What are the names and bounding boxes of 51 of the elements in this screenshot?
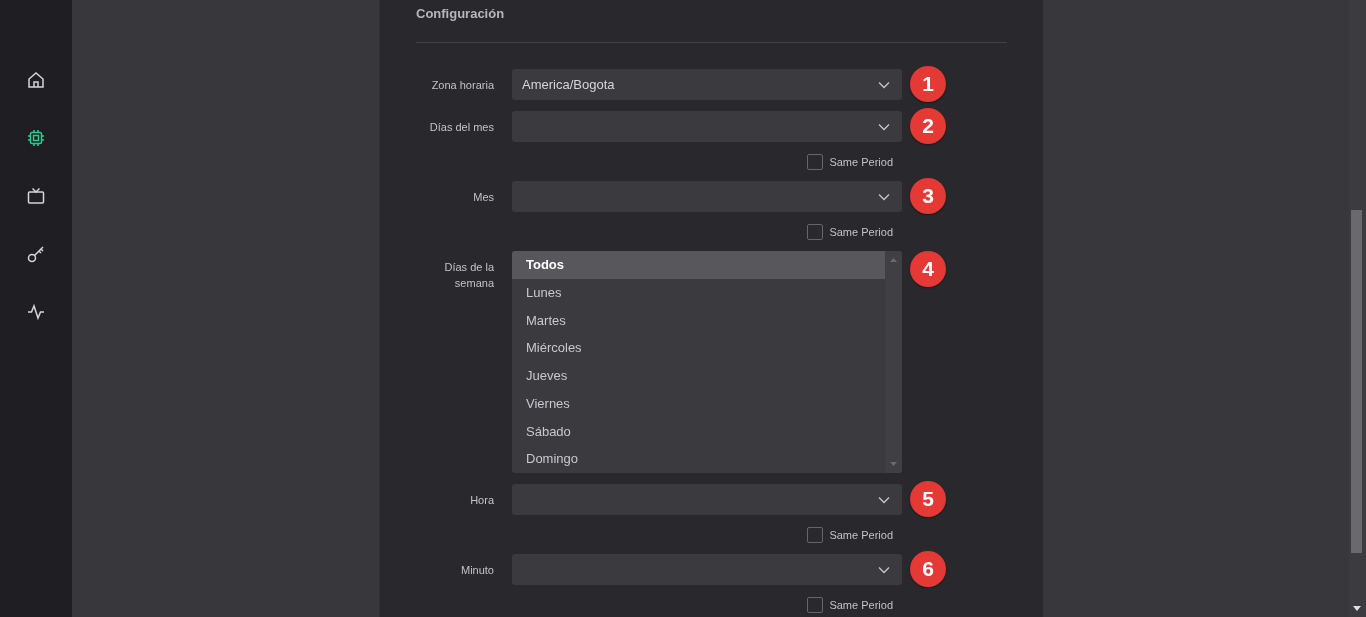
- number-badge: 4: [910, 251, 946, 287]
- number-badge: 2: [910, 108, 946, 144]
- field-label: Mes: [472, 189, 494, 205]
- page-scrollbar[interactable]: [1349, 0, 1366, 617]
- checkbox-label: Same Period: [829, 528, 893, 541]
- field-label: Zona horaria: [430, 77, 494, 93]
- chevron-down-icon: [878, 565, 890, 574]
- list-option[interactable]: Martes: [512, 306, 885, 335]
- checkbox-label: Same Period: [829, 225, 893, 238]
- list-option[interactable]: Miércoles: [512, 334, 885, 362]
- chevron-down-icon: [878, 192, 890, 201]
- dropdown-field[interactable]: [512, 554, 902, 585]
- scroll-down-icon: [890, 462, 897, 466]
- home-icon: [27, 71, 45, 89]
- field-label: Días del mes: [428, 119, 494, 135]
- field-label: Días de la semana: [443, 260, 494, 291]
- number-badge: 6: [910, 551, 946, 587]
- list-option[interactable]: Lunes: [512, 278, 885, 307]
- number-badge: 5: [910, 481, 946, 517]
- checkbox[interactable]: [807, 223, 824, 240]
- dropdown-field[interactable]: [512, 484, 902, 515]
- number-badge: 3: [910, 178, 946, 214]
- field-label: Hora: [469, 492, 494, 508]
- key-icon: [27, 245, 45, 263]
- checkbox[interactable]: [807, 153, 824, 170]
- list-option[interactable]: Sábado: [512, 417, 885, 446]
- scrollbar-thumb[interactable]: [1351, 210, 1362, 553]
- checkbox[interactable]: [807, 596, 824, 613]
- checkbox-label: Same Period: [829, 598, 893, 611]
- list-box[interactable]: Todos Lunes Martes Miércoles Jueves Viernes Sábado Domingo: [512, 251, 902, 473]
- list-option[interactable]: Domingo: [512, 445, 885, 473]
- dropdown-field[interactable]: [512, 111, 902, 142]
- field-label: Minuto: [459, 562, 494, 578]
- checkbox-label: Same Period: [829, 155, 893, 168]
- chevron-down-icon: [878, 495, 890, 504]
- dropdown-field[interactable]: [512, 181, 902, 212]
- section-title: Configuración: [416, 6, 506, 22]
- chevron-down-icon: [878, 80, 890, 89]
- list-option[interactable]: Viernes: [512, 389, 885, 418]
- chevron-down-icon: [878, 122, 890, 131]
- number-badge: 1: [910, 66, 946, 102]
- dropdown-field[interactable]: America/Bogota: [512, 69, 902, 100]
- list-option[interactable]: Jueves: [512, 362, 885, 390]
- activity-icon: [27, 303, 45, 321]
- list-option[interactable]: Todos: [512, 251, 885, 279]
- scroll-up-icon: [890, 258, 897, 262]
- tv-icon: [27, 187, 45, 205]
- scrollbar[interactable]: [885, 251, 902, 473]
- scroll-down-icon: [1353, 606, 1361, 611]
- checkbox[interactable]: [807, 526, 824, 543]
- chip-icon: [27, 129, 45, 147]
